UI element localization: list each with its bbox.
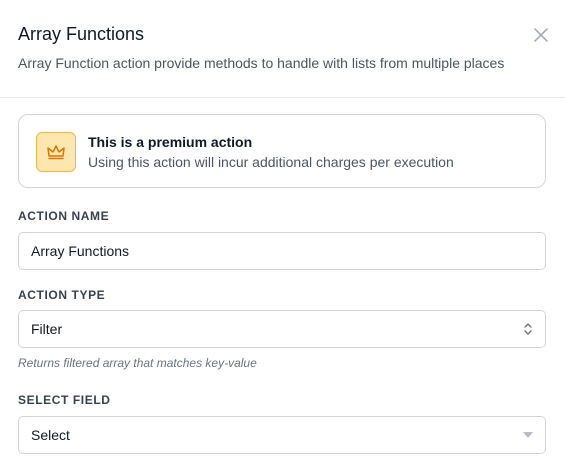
action-name-value: Array Functions: [31, 243, 130, 259]
premium-description: Using this action will incur additional …: [88, 154, 454, 170]
action-name-input[interactable]: Array Functions: [18, 232, 546, 270]
select-field-label: SELECT FIELD: [18, 393, 111, 407]
premium-title: This is a premium action: [88, 134, 253, 150]
action-type-select[interactable]: Filter: [18, 310, 546, 348]
modal-subtitle: Array Function action provide methods to…: [18, 55, 505, 71]
modal-title: Array Functions: [18, 24, 145, 44]
array-functions-modal: Array Functions Array Function action pr…: [0, 0, 565, 468]
action-type-label: ACTION TYPE: [18, 288, 106, 302]
crown-icon: [47, 145, 65, 160]
modal-header: Array Functions Array Function action pr…: [0, 0, 565, 98]
action-name-label: ACTION NAME: [18, 209, 110, 223]
caret-down-icon: [523, 432, 533, 438]
action-type-hint: Returns filtered array that matches key-…: [18, 356, 257, 370]
select-field-dropdown[interactable]: Select: [18, 416, 546, 454]
premium-icon-badge: [36, 132, 76, 172]
close-button[interactable]: [530, 24, 552, 46]
premium-notice: This is a premium action Using this acti…: [18, 114, 546, 188]
select-field-value: Select: [31, 427, 70, 443]
action-type-value: Filter: [31, 321, 63, 337]
chevron-up-down-icon: [524, 323, 532, 335]
close-icon: [534, 28, 548, 42]
